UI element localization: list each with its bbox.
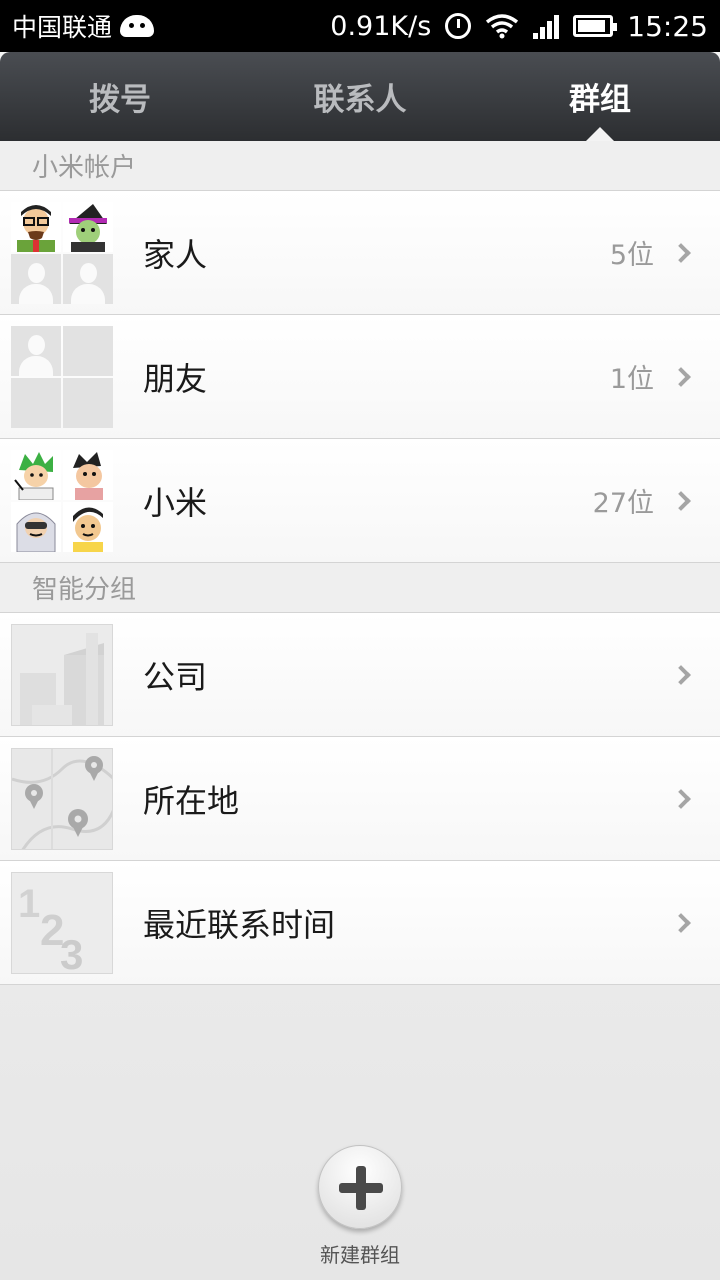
signal-icon (533, 13, 560, 39)
tab-bar: 拨号 联系人 群组 (0, 52, 720, 141)
group-avatar-collage (11, 202, 113, 304)
group-row-family[interactable]: 家人 5位 (0, 191, 720, 315)
chevron-right-icon (671, 490, 691, 511)
group-row-friends[interactable]: 朋友 1位 (0, 315, 720, 439)
chevron-right-icon (671, 242, 691, 263)
group-name: 朋友 (143, 359, 208, 398)
map-icon (11, 748, 113, 850)
avatar (63, 450, 113, 500)
group-row-company[interactable]: 公司 (0, 613, 720, 737)
group-name: 家人 (143, 235, 208, 274)
avatar (11, 502, 61, 552)
building-icon (11, 624, 113, 726)
status-bar: 中国联通 0.91K/s 15:25 (0, 0, 720, 52)
group-row-location[interactable]: 所在地 (0, 737, 720, 861)
new-group-label: 新建群组 (320, 1243, 400, 1267)
avatar-placeholder (63, 254, 113, 304)
new-group-control: 新建群组 (300, 1145, 420, 1268)
avatar-empty (63, 378, 113, 428)
avatar (63, 202, 113, 252)
group-avatar-collage (11, 326, 113, 428)
svg-text:1: 1 (18, 882, 40, 926)
group-row-recent-contact[interactable]: 1 2 3 最近联系时间 (0, 861, 720, 985)
chevron-right-icon (671, 788, 691, 809)
avatar-placeholder (11, 326, 61, 376)
tab-dial[interactable]: 拨号 (0, 52, 240, 141)
calendar-icon: 1 2 3 (11, 872, 113, 974)
member-count: 27位 (592, 488, 654, 519)
alarm-icon (445, 13, 472, 39)
wifi-icon (486, 14, 519, 39)
chevron-right-icon (671, 366, 691, 387)
member-count: 5位 (609, 240, 654, 271)
avatar-empty (63, 326, 113, 376)
avatar (63, 502, 113, 552)
avatar-placeholder (11, 254, 61, 304)
group-name: 小米 (143, 483, 208, 522)
carrier-name: 中国联通 (12, 13, 113, 42)
group-row-xiaomi[interactable]: 小米 27位 (0, 439, 720, 563)
new-group-button[interactable] (318, 1145, 402, 1229)
avatar (11, 450, 61, 500)
group-avatar-collage (11, 450, 113, 552)
chevron-right-icon (671, 912, 691, 933)
chevron-right-icon (671, 664, 691, 685)
network-speed: 0.91K/s (330, 10, 432, 42)
avatar (11, 202, 61, 252)
status-icons: 0.91K/s 15:25 (330, 10, 708, 43)
tab-contacts[interactable]: 联系人 (240, 52, 480, 141)
section-header-smart-groups: 智能分组 (0, 563, 720, 613)
group-name: 公司 (143, 657, 208, 696)
group-name: 所在地 (143, 781, 240, 820)
section-header-mi-account: 小米帐户 (0, 141, 720, 191)
clock: 15:25 (627, 9, 708, 43)
android-icon (120, 15, 155, 37)
avatar-empty (11, 378, 61, 428)
tab-groups[interactable]: 群组 (480, 52, 720, 141)
group-name: 最近联系时间 (143, 905, 336, 944)
battery-icon (573, 15, 618, 37)
member-count: 1位 (609, 364, 654, 395)
plus-icon (339, 1166, 383, 1210)
svg-text:3: 3 (60, 931, 83, 974)
